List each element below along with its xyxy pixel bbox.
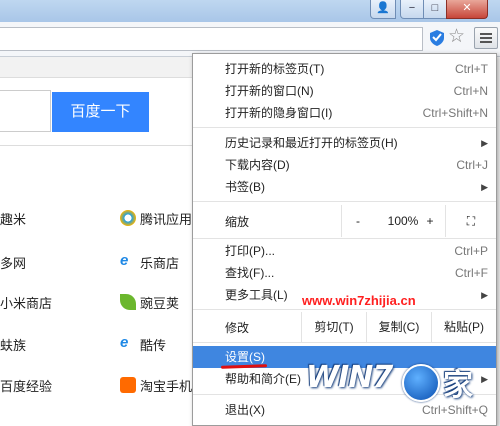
menu-item-bookmarks[interactable]: 书签(B) ▶ xyxy=(193,176,496,198)
menu-item-history[interactable]: 历史记录和最近打开的标签页(H) ▶ xyxy=(193,132,496,154)
paste-button[interactable]: 粘贴(P) xyxy=(431,312,496,342)
zoom-label: 缩放 xyxy=(225,215,250,229)
page-tabstrip xyxy=(0,57,195,78)
site-link[interactable]: 趣米 xyxy=(0,209,26,228)
menu-item-label: 打印(P)... xyxy=(225,244,275,258)
tencent-app-icon[interactable] xyxy=(120,210,136,226)
shield-icon[interactable] xyxy=(430,30,444,46)
menu-item-label: 帮助和简介(E) xyxy=(225,372,301,386)
windows-orb-icon xyxy=(402,364,440,402)
search-input[interactable] xyxy=(0,90,51,132)
fullscreen-icon[interactable]: ⛶ xyxy=(445,205,496,237)
title-bar: 👤 − □ ✕ xyxy=(0,0,500,22)
divider xyxy=(0,145,195,146)
cut-button[interactable]: 剪切(T) xyxy=(301,312,366,342)
menu-item-find[interactable]: 查找(F)... Ctrl+F xyxy=(193,262,496,284)
menu-item-new-window[interactable]: 打开新的窗口(N) Ctrl+N xyxy=(193,80,496,102)
menu-item-shortcut: Ctrl+N xyxy=(453,84,488,98)
menu-separator xyxy=(193,127,496,128)
menu-item-shortcut: Ctrl+T xyxy=(455,62,488,76)
logo-text: WIN7 xyxy=(306,360,393,395)
menu-item-incognito[interactable]: 打开新的隐身窗口(I) Ctrl+Shift+N xyxy=(193,102,496,124)
menu-item-label: 打开新的窗口(N) xyxy=(225,84,314,98)
menu-item-label: 退出(X) xyxy=(225,403,265,417)
maximize-button[interactable]: □ xyxy=(423,0,447,19)
close-button[interactable]: ✕ xyxy=(446,0,488,19)
site-link[interactable]: 淘宝手机 xyxy=(140,376,192,395)
menu-item-label: 历史记录和最近打开的标签页(H) xyxy=(225,136,398,150)
site-link[interactable]: 多网 xyxy=(0,253,26,272)
menu-item-shortcut: Ctrl+Shift+N xyxy=(422,106,488,120)
menu-item-label: 查找(F)... xyxy=(225,266,275,280)
hamburger-menu-icon[interactable] xyxy=(474,27,498,49)
menu-item-shortcut: Ctrl+P xyxy=(454,244,488,258)
minimize-button[interactable]: − xyxy=(400,0,424,19)
menu-item-shortcut: Ctrl+F xyxy=(455,266,488,280)
le-store-icon[interactable]: e xyxy=(120,253,136,269)
menu-separator xyxy=(193,309,496,310)
menu-separator xyxy=(193,342,496,343)
zoom-row: 缩放 - 100% + ⛶ xyxy=(193,205,496,237)
wandoujia-icon[interactable] xyxy=(120,294,136,310)
edit-label: 修改 xyxy=(225,321,250,335)
site-link[interactable]: 豌豆荚 xyxy=(140,293,179,312)
logo-suffix: 家 xyxy=(443,368,473,403)
bookmark-star-icon[interactable]: ☆ xyxy=(448,27,465,47)
zoom-in-button[interactable]: + xyxy=(417,205,443,237)
submenu-arrow-icon: ▶ xyxy=(481,290,488,300)
submenu-arrow-icon: ▶ xyxy=(481,138,488,148)
menu-item-label: 下载内容(D) xyxy=(225,158,290,172)
browser-toolbar: ☆ xyxy=(0,22,500,57)
menu-item-label: 打开新的标签页(T) xyxy=(225,62,325,76)
menu-separator xyxy=(193,238,496,239)
menu-item-label: 更多工具(L) xyxy=(225,288,288,302)
site-link[interactable]: 小米商店 xyxy=(0,293,52,312)
copy-button[interactable]: 复制(C) xyxy=(366,312,431,342)
zoom-out-button[interactable]: - xyxy=(341,205,374,237)
address-bar[interactable] xyxy=(0,27,423,51)
watermark-url: www.win7zhijia.cn xyxy=(302,293,416,308)
site-link[interactable]: 酷传 xyxy=(140,335,166,354)
site-link[interactable]: 蚨族 xyxy=(0,335,26,354)
user-icon[interactable]: 👤 xyxy=(370,0,396,19)
menu-separator xyxy=(193,201,496,202)
taobao-mobile-icon[interactable] xyxy=(120,377,136,393)
menu-item-new-tab[interactable]: 打开新的标签页(T) Ctrl+T xyxy=(193,58,496,80)
menu-item-shortcut: Ctrl+J xyxy=(456,158,488,172)
win7-logo: WIN7 家 xyxy=(300,358,490,408)
baidu-search-button[interactable]: 百度一下 xyxy=(52,92,149,132)
site-link[interactable]: 百度经验 xyxy=(0,376,52,395)
menu-item-label: 打开新的隐身窗口(I) xyxy=(225,106,333,120)
site-link[interactable]: 腾讯应用 xyxy=(140,209,192,228)
menu-item-label: 书签(B) xyxy=(225,180,265,194)
site-link[interactable]: 乐商店 xyxy=(140,253,179,272)
menu-item-downloads[interactable]: 下载内容(D) Ctrl+J xyxy=(193,154,496,176)
submenu-arrow-icon: ▶ xyxy=(481,182,488,192)
menu-item-print[interactable]: 打印(P)... Ctrl+P xyxy=(193,240,496,262)
kuchuan-icon[interactable]: e xyxy=(120,335,136,351)
edit-row: 修改 剪切(T) 复制(C) 粘贴(P) xyxy=(193,312,496,342)
